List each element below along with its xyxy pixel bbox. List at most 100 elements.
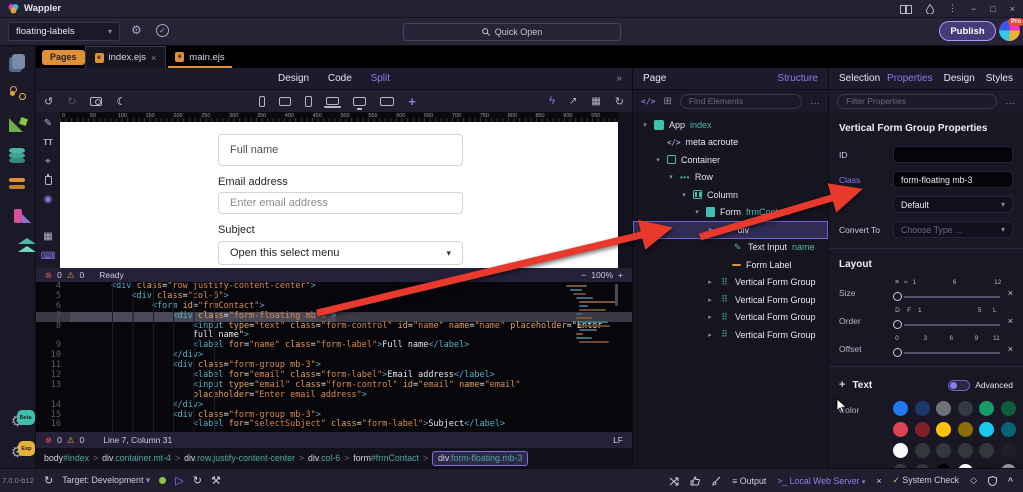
color-swatch[interactable]	[936, 443, 951, 458]
device-phablet-icon[interactable]	[305, 95, 313, 107]
minimap[interactable]	[560, 285, 617, 349]
tab-structure[interactable]: Structure	[777, 73, 818, 84]
debug-shield-icon[interactable]	[987, 475, 997, 486]
offset-slider[interactable]: 0 3 6 9 11	[893, 335, 1002, 361]
subject-select[interactable]: Open this select menu ▾	[218, 241, 463, 265]
responsive-resize-icon[interactable]: +	[408, 94, 416, 109]
id-input[interactable]	[893, 146, 1013, 163]
paint-icon[interactable]	[44, 174, 52, 185]
tree-item-vertical-form-group[interactable]: ▸ ⠿ Vertical Form Group	[633, 291, 828, 309]
play-icon[interactable]: ▷	[175, 474, 183, 487]
inspect-target-icon[interactable]: ⌖	[45, 156, 51, 167]
clear-slider-icon[interactable]: ×	[1008, 279, 1013, 298]
device-phone-icon[interactable]	[259, 95, 266, 107]
code-scrollbar[interactable]	[615, 284, 618, 306]
pages-panel-icon[interactable]	[9, 54, 27, 70]
tree-item-row[interactable]: ▾ ••• Row	[633, 169, 828, 187]
code-editor[interactable]: 4 <div class="row justify-content-center…	[36, 282, 632, 432]
device-desktop-icon[interactable]	[353, 96, 367, 110]
minimize-button[interactable]: −	[971, 4, 976, 14]
slider-knob[interactable]	[893, 348, 902, 357]
open-browser-icon[interactable]: ↗	[569, 96, 577, 107]
undo-icon[interactable]: ↺	[44, 95, 53, 108]
target-selector[interactable]: Target: Development ▾	[62, 475, 150, 486]
tree-expander-icon[interactable]: ▸	[706, 296, 714, 304]
qr-code-icon[interactable]: ▦	[591, 96, 600, 107]
design-canvas[interactable]: Full name Email address Enter email addr…	[60, 122, 618, 268]
refresh-icon[interactable]: ↻	[615, 95, 624, 108]
system-check-button[interactable]: ✓ System Check	[893, 475, 960, 486]
properties-menu-icon[interactable]: …	[1005, 96, 1015, 107]
code-view-icon[interactable]: </>	[641, 97, 655, 106]
project-settings-icon[interactable]: ⚙	[131, 23, 142, 37]
color-swatch[interactable]	[1000, 422, 1016, 437]
brush-icon[interactable]	[711, 475, 721, 486]
breadcrumb-item[interactable]: div.form-floating.mb-3	[431, 450, 529, 466]
tree-item-vertical-form-group[interactable]: ▸ ⠿ Vertical Form Group	[633, 326, 828, 344]
color-swatch[interactable]	[914, 422, 930, 437]
screenshot-icon[interactable]	[90, 96, 103, 106]
tab-design[interactable]: Design	[278, 73, 309, 84]
tree-expander-icon[interactable]: ▾	[706, 226, 714, 234]
breadcrumb-item[interactable]: div.col-6	[308, 453, 340, 463]
tree-expander-icon[interactable]: ▾	[654, 156, 662, 164]
clear-slider-icon[interactable]: ×	[1008, 335, 1013, 354]
structure-menu-icon[interactable]: …	[810, 96, 820, 107]
tree-item-text-input[interactable]: ✎ Text Input name	[633, 239, 828, 257]
tree-item-form-label[interactable]: Form Label	[633, 256, 828, 274]
dark-mode-icon[interactable]: ☾	[116, 95, 126, 108]
color-swatch[interactable]	[957, 401, 973, 416]
tree-expander-icon[interactable]: ▸	[706, 331, 714, 339]
color-swatch[interactable]	[893, 422, 908, 437]
zoom-out-button[interactable]: −	[581, 270, 586, 280]
layout-toggle-icon[interactable]	[900, 3, 913, 14]
window-menu-icon[interactable]: ⋮	[948, 3, 957, 14]
grid-view-icon[interactable]: ▦	[43, 231, 52, 242]
thumbs-up-icon[interactable]	[690, 475, 701, 486]
clear-slider-icon[interactable]: ×	[1008, 307, 1013, 326]
close-tab-icon[interactable]: ×	[151, 53, 156, 63]
color-swatch[interactable]	[957, 443, 973, 458]
output-toggle[interactable]: ≡ Output	[732, 476, 766, 486]
validate-icon[interactable]: ✓	[156, 24, 169, 37]
design-assets-icon[interactable]	[13, 209, 31, 223]
local-web-server-selector[interactable]: >_ Local Web Server ▾	[777, 476, 865, 486]
git-icon[interactable]	[9, 85, 27, 101]
eol-indicator[interactable]: LF	[613, 435, 623, 445]
tree-expander-icon[interactable]: ▸	[706, 278, 714, 286]
pages-button[interactable]: Pages	[42, 49, 85, 65]
tree-item-div[interactable]: ▾ </> div	[633, 221, 828, 239]
device-tablet-icon[interactable]	[279, 96, 292, 106]
color-swatch[interactable]	[936, 401, 951, 416]
deploy-icon[interactable]	[669, 475, 679, 486]
tree-item-form[interactable]: ▾ Form frmContact	[633, 204, 828, 222]
workflows-icon[interactable]	[8, 116, 27, 132]
slider-knob[interactable]	[893, 320, 902, 329]
tab-design-props[interactable]: Design	[944, 73, 975, 84]
tree-item-app[interactable]: ▾ App index	[633, 116, 828, 134]
tree-expander-icon[interactable]: ▾	[641, 121, 649, 129]
color-swatch[interactable]	[893, 401, 908, 416]
tree-expander-icon[interactable]: ▾	[667, 173, 675, 181]
tab-split[interactable]: Split	[371, 73, 390, 84]
redo-icon[interactable]: ↻	[67, 95, 76, 108]
typography-icon[interactable]: TT	[43, 138, 53, 147]
color-swatch[interactable]	[979, 443, 994, 458]
breadcrumb-item[interactable]: body#index	[44, 453, 89, 463]
sync-icon[interactable]: ↻	[44, 474, 53, 487]
restart-icon[interactable]: ↻	[193, 474, 202, 487]
class-input[interactable]: form-floating mb-3	[893, 171, 1013, 188]
convert-to-select[interactable]: Choose Type ... ▾	[893, 221, 1013, 238]
quick-open-button[interactable]: Quick Open	[403, 23, 621, 41]
fullname-floating-input[interactable]: Full name	[218, 134, 463, 166]
tab-styles[interactable]: Styles	[986, 73, 1013, 84]
color-swatch[interactable]	[979, 401, 994, 416]
sitemap-icon[interactable]: ⊞	[663, 96, 671, 107]
color-swatch[interactable]	[1000, 401, 1016, 416]
tab-code[interactable]: Code	[328, 73, 352, 84]
close-output-icon[interactable]: ×	[876, 476, 881, 486]
color-swatch[interactable]	[979, 422, 994, 437]
size-slider[interactable]: ≡ ≈1 6 12	[893, 279, 1002, 305]
tree-item-column[interactable]: ▾ Column	[633, 186, 828, 204]
tab-index-ejs[interactable]: e index.ejs ×	[84, 46, 167, 68]
